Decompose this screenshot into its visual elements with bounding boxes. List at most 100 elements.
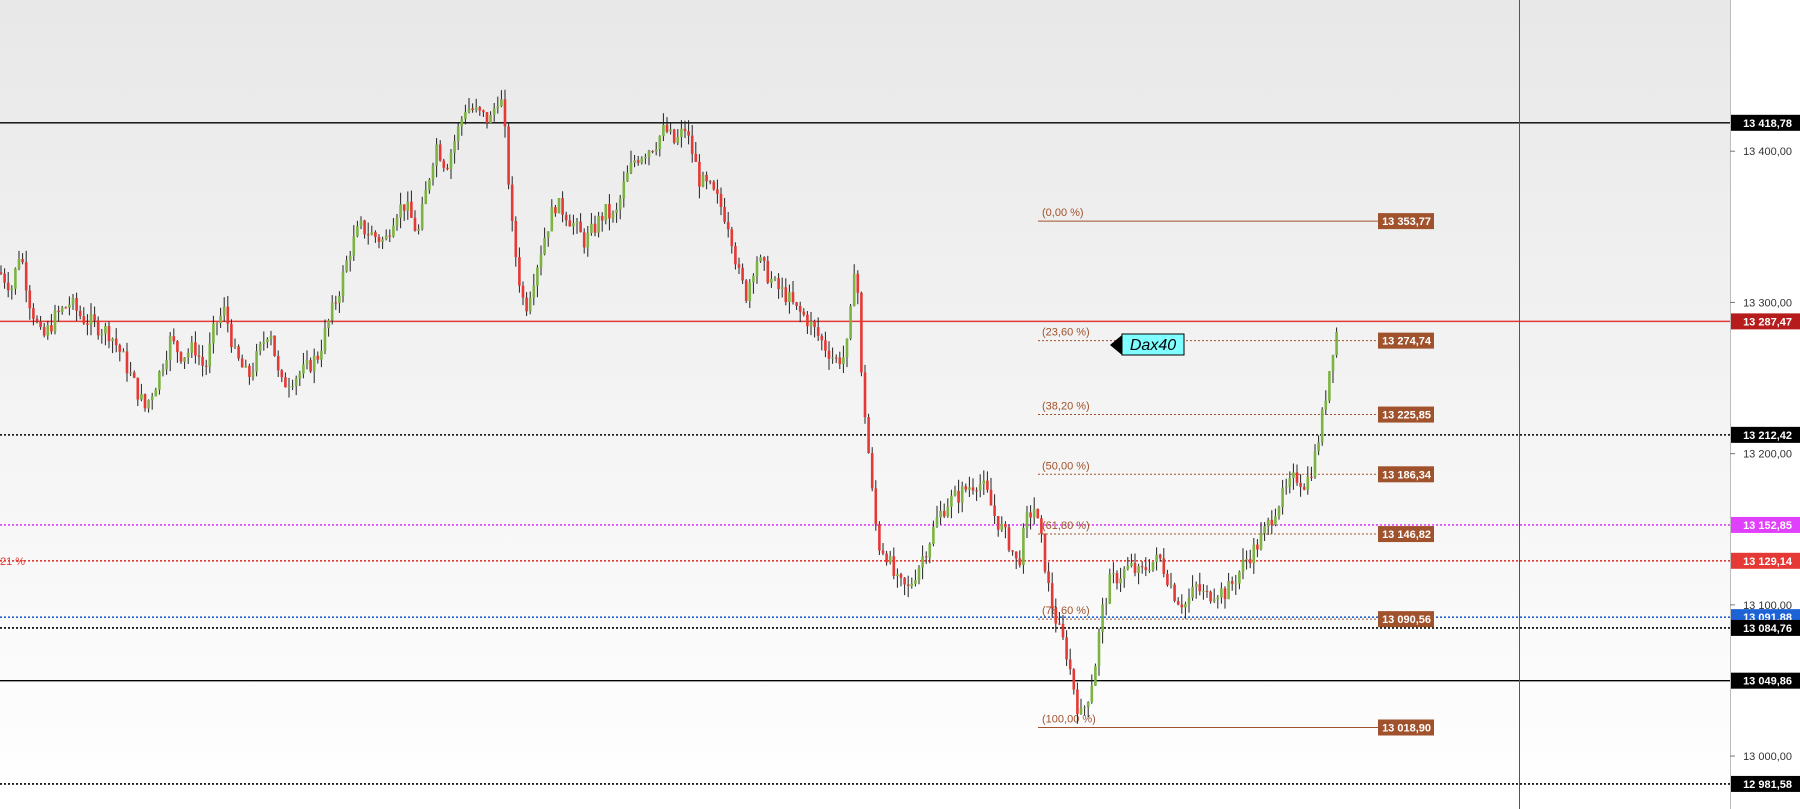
y-tick-label: 13 300,00 — [1743, 297, 1792, 309]
candle-bear — [280, 370, 284, 378]
candle-bull — [492, 108, 496, 116]
y-tick-label: 13 200,00 — [1743, 449, 1792, 461]
candle-bull — [500, 99, 503, 107]
candle-bear — [996, 515, 1000, 530]
candle-bear — [478, 107, 482, 111]
candle-bull — [266, 339, 269, 343]
candle-bull — [395, 217, 399, 226]
candle-bear — [989, 489, 993, 506]
fib-value-label: 13 274,74 — [1382, 336, 1432, 348]
candle-bull — [104, 326, 107, 334]
candle-bear — [1133, 563, 1137, 573]
candle-bear — [204, 365, 208, 367]
price-level-label: 13 129,14 — [1743, 556, 1793, 568]
candle-bull — [431, 165, 435, 180]
candle-bull — [1331, 355, 1335, 372]
candle-bull — [1216, 597, 1220, 600]
candle-bear — [600, 215, 604, 221]
candle-bull — [780, 287, 784, 290]
candle-bull — [384, 235, 388, 240]
candle-bull — [71, 297, 75, 305]
candle-bull — [68, 304, 71, 308]
candle-bear — [226, 306, 230, 324]
candle-bull — [968, 487, 971, 490]
candle-bull — [122, 351, 125, 353]
candle-bear — [975, 490, 978, 492]
candle-bear — [525, 297, 528, 312]
candle-bull — [100, 333, 104, 336]
candle-bear — [276, 356, 280, 371]
candle-bull — [1288, 477, 1292, 487]
candle-bull — [168, 336, 172, 360]
candle-bull — [14, 268, 17, 289]
candle-bear — [1050, 583, 1054, 609]
candle-bull — [424, 189, 428, 205]
candle-bull — [356, 226, 359, 237]
candle-bear — [636, 160, 640, 163]
candle-bull — [219, 315, 222, 324]
candle-bull — [381, 239, 384, 242]
candle-bull — [190, 342, 194, 353]
level-left-label: 21 % — [0, 556, 25, 568]
candle-bull — [17, 259, 21, 269]
candle-bull — [302, 364, 305, 374]
candle-bear — [798, 305, 802, 312]
candle-bear — [1029, 512, 1032, 518]
candle-bull — [1212, 599, 1216, 602]
candlestick-chart[interactable]: 13 400,0013 300,0013 200,0013 100,0013 0… — [0, 0, 1800, 809]
candle-bear — [834, 357, 838, 359]
candle-bull — [1292, 472, 1295, 478]
candle-bear — [723, 206, 726, 222]
candle-bear — [410, 201, 413, 218]
candle-bull — [831, 357, 834, 359]
candle-bull — [251, 371, 255, 377]
candle-bull — [1090, 685, 1094, 702]
candle-bull — [323, 328, 327, 351]
symbol-label-marker[interactable]: Dax40 — [1110, 333, 1185, 356]
candle-bear — [413, 217, 417, 231]
chart-root: 13 400,00 13 300,00 13 200,00 13 100,00 13 0… — [0, 0, 1800, 809]
candle-bear — [1144, 567, 1148, 571]
candle-bull — [435, 144, 438, 166]
candle-bear — [705, 174, 708, 182]
candle-bear — [514, 220, 518, 258]
candle-bull — [399, 204, 402, 218]
candle-bear — [716, 189, 719, 194]
candle-bull — [449, 152, 453, 170]
candle-bear — [806, 314, 809, 327]
candle-bull — [269, 335, 273, 340]
candle-bull — [320, 350, 323, 360]
candle-bull — [622, 181, 626, 199]
candle-bear — [42, 327, 46, 336]
candle-bull — [1227, 580, 1230, 600]
candle-bear — [791, 292, 795, 303]
candle-bear — [1295, 472, 1299, 483]
candle-bull — [618, 198, 622, 210]
candle-bull — [1238, 571, 1241, 584]
candle-bull — [546, 231, 550, 238]
candle-bear — [78, 310, 82, 317]
price-level-label: 13 287,47 — [1743, 316, 1792, 328]
candle-bear — [1018, 558, 1022, 566]
candle-bull — [536, 267, 539, 286]
candle-bull — [1148, 569, 1151, 571]
candle-bear — [892, 556, 896, 576]
candle-bear — [1270, 519, 1274, 525]
candle-bear — [1230, 580, 1234, 584]
candle-bull — [294, 378, 298, 387]
candle-bear — [712, 181, 716, 190]
candle-bear — [1162, 558, 1166, 574]
candle-bear — [802, 311, 806, 315]
candle-bull — [748, 282, 752, 301]
candle-bear — [1040, 518, 1043, 534]
candle-bear — [1043, 533, 1047, 572]
candle-bear — [1011, 550, 1014, 552]
candle-bull — [626, 172, 629, 182]
candle-bull — [1151, 561, 1155, 570]
candle-bear — [377, 237, 381, 242]
candle-bear — [561, 198, 564, 215]
candle-bull — [147, 400, 150, 409]
fib-percent-label: (23,60 %) — [1042, 327, 1090, 339]
candle-bull — [1119, 578, 1122, 584]
candle-bear — [363, 220, 366, 235]
